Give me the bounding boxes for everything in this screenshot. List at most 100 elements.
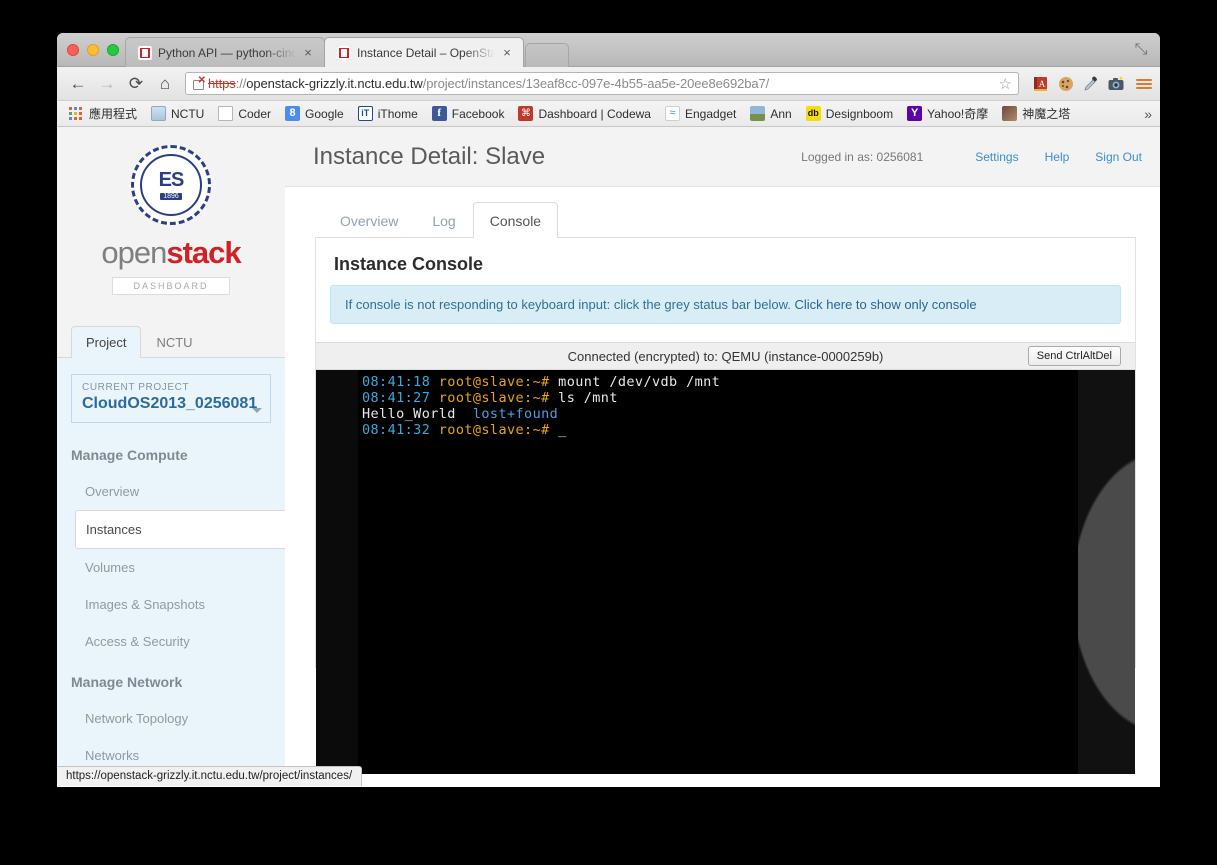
terminal-prompt: root@slave:~# xyxy=(438,390,550,406)
tab-favicon-icon xyxy=(138,45,152,60)
current-project-name: CloudOS2013_0256081 xyxy=(82,395,258,412)
window-traffic-lights xyxy=(67,44,119,56)
bookmark-engadget[interactable]: ≈ Engadget xyxy=(659,104,742,123)
sidebar-item-images-snapshots[interactable]: Images & Snapshots xyxy=(57,586,285,623)
back-button[interactable]: ← xyxy=(65,72,91,96)
panel-title: Instance Console xyxy=(334,254,484,274)
sidebar-item-access-security[interactable]: Access & Security xyxy=(57,623,285,660)
tab-list: Python API — python-cind × Instance Deta… xyxy=(125,37,569,67)
terminal-output: 08:41:18 root@slave:~# mount /dev/vdb /m… xyxy=(358,370,1078,774)
apps-grid-icon xyxy=(69,107,84,120)
insecure-lock-icon xyxy=(192,76,206,90)
fullscreen-icon[interactable]: ⤡ xyxy=(1130,40,1152,60)
forward-button[interactable]: → xyxy=(94,72,120,96)
sidebar-item-instances[interactable]: Instances xyxy=(75,510,285,549)
bookmarks-overflow-icon[interactable]: » xyxy=(1140,106,1156,122)
bookmark-nctu[interactable]: NCTU xyxy=(145,104,210,123)
bookmark-codewars[interactable]: ⌘ Dashboard | Codewa xyxy=(512,104,657,123)
console-hint-alert: If console is not responding to keyboard… xyxy=(330,285,1121,324)
document-icon xyxy=(218,106,234,121)
vnc-screen[interactable]: 08:41:18 root@slave:~# mount /dev/vdb /m… xyxy=(316,370,1135,774)
tab-close-icon[interactable]: × xyxy=(302,46,314,59)
bookmark-google[interactable]: 8 Google xyxy=(279,104,350,123)
bookmark-apps[interactable]: 應用程式 xyxy=(63,103,143,124)
tab-title: Python API — python-cind xyxy=(158,45,296,60)
bookmark-designboom[interactable]: db Designboom xyxy=(800,104,899,123)
dictionary-icon[interactable]: A xyxy=(1032,75,1050,93)
terminal-prompt: root@slave:~# xyxy=(438,374,550,390)
zoom-window-button[interactable] xyxy=(107,44,119,56)
folder-icon xyxy=(151,106,167,121)
bookmark-yahoo[interactable]: Y Yahoo!奇摩 xyxy=(901,103,994,124)
send-ctrl-alt-del-button[interactable]: Send CtrlAltDel xyxy=(1027,346,1121,366)
google-icon: 8 xyxy=(285,106,301,121)
extension-icons: A xyxy=(1028,75,1152,93)
sidebar-tab-project[interactable]: Project xyxy=(71,326,142,358)
settings-link[interactable]: Settings xyxy=(975,150,1018,164)
bookmark-label: Engadget xyxy=(684,106,737,121)
chevron-down-icon xyxy=(252,408,262,413)
camera-icon[interactable] xyxy=(1107,75,1125,93)
yahoo-icon: Y xyxy=(907,106,923,121)
sidebar-item-overview[interactable]: Overview xyxy=(57,473,285,510)
sidebar-nav: CURRENT PROJECT CloudOS2013_0256081 Mana… xyxy=(57,358,285,786)
reload-button[interactable]: ⟳ xyxy=(123,72,149,96)
console-panel: Instance Console If console is not respo… xyxy=(315,238,1136,774)
bookmark-facebook[interactable]: f Facebook xyxy=(426,104,511,123)
tab-log[interactable]: Log xyxy=(415,202,472,238)
terminal-cursor: _ xyxy=(558,422,567,438)
eyedropper-icon[interactable] xyxy=(1082,75,1100,93)
terminal-output-dir: lost+found xyxy=(472,406,559,422)
bookmark-label: Facebook xyxy=(451,106,505,121)
terminal-command xyxy=(550,422,559,438)
terminal-output-file: Hello_World xyxy=(362,406,456,422)
sidebar-tab-nctu[interactable]: NCTU xyxy=(141,326,207,358)
new-tab-button[interactable] xyxy=(525,43,569,67)
vnc-status-text: Connected (encrypted) to: QEMU (instance… xyxy=(567,348,884,364)
bookmark-ann[interactable]: Ann xyxy=(744,104,797,123)
sidebar-item-network-topology[interactable]: Network Topology xyxy=(57,700,285,737)
vnc-status-bar[interactable]: Connected (encrypted) to: QEMU (instance… xyxy=(316,342,1135,370)
show-only-console-link[interactable]: Click here to show only console xyxy=(795,297,977,312)
brand-block: ES 1896 openstack DASHBOARD xyxy=(57,127,285,305)
sidebar-item-volumes[interactable]: Volumes xyxy=(57,549,285,586)
address-bar[interactable]: https://openstack-grizzly.it.nctu.edu.tw… xyxy=(185,72,1019,95)
bookmark-tower-of-saviors[interactable]: 神魔之塔 xyxy=(996,103,1076,124)
minimize-window-button[interactable] xyxy=(87,44,99,56)
current-project-label: CURRENT PROJECT xyxy=(82,382,190,393)
content-area: Overview Log Console Instance Console If… xyxy=(285,187,1160,774)
tab-close-icon[interactable]: × xyxy=(501,46,513,59)
bookmark-star-icon[interactable]: ☆ xyxy=(999,75,1012,93)
nav-heading-manage-network: Manage Network xyxy=(71,674,183,690)
browser-tab-python-api[interactable]: Python API — python-cind × xyxy=(125,37,325,67)
url-scheme: https xyxy=(208,76,236,91)
page-title: Instance Detail: Slave xyxy=(313,142,546,170)
engadget-icon: ≈ xyxy=(664,106,680,121)
bookmark-label: Designboom xyxy=(825,106,894,121)
terminal-command: ls /mnt xyxy=(549,390,618,406)
browser-tab-instance-detail[interactable]: Instance Detail – OpenStac × xyxy=(324,37,524,67)
sign-out-link[interactable]: Sign Out xyxy=(1095,150,1142,164)
tower-of-saviors-icon xyxy=(1002,106,1018,121)
close-window-button[interactable] xyxy=(67,44,79,56)
bookmark-ithome[interactable]: iT iThome xyxy=(352,104,424,123)
codewars-icon: ⌘ xyxy=(518,106,534,121)
tab-favicon-icon xyxy=(337,45,351,60)
current-project-selector[interactable]: CURRENT PROJECT CloudOS2013_0256081 xyxy=(71,374,271,423)
cookie-icon[interactable] xyxy=(1057,75,1075,93)
terminal-command: mount /dev/vdb /mnt xyxy=(549,374,721,390)
help-link[interactable]: Help xyxy=(1045,150,1070,164)
bookmark-coder[interactable]: Coder xyxy=(212,104,277,123)
chrome-menu-icon[interactable] xyxy=(1136,78,1152,89)
tab-console[interactable]: Console xyxy=(472,202,559,238)
tab-overview[interactable]: Overview xyxy=(323,202,415,238)
home-button[interactable]: ⌂ xyxy=(152,72,178,96)
wordmark-open: open xyxy=(101,235,167,270)
url-path: /project/instances/13eaf8cc-097e-4b55-aa… xyxy=(422,76,770,91)
browser-toolbar: ← → ⟳ ⌂ https://openstack-grizzly.it.nct… xyxy=(57,67,1160,101)
bookmark-label: Ann xyxy=(770,106,792,121)
bookmark-label: Coder xyxy=(238,106,272,121)
dashboard-tag: DASHBOARD xyxy=(112,277,230,295)
sidebar-scope-tabs: Project NCTU xyxy=(57,325,285,358)
terminal-timestamp: 08:41:27 xyxy=(362,390,431,406)
